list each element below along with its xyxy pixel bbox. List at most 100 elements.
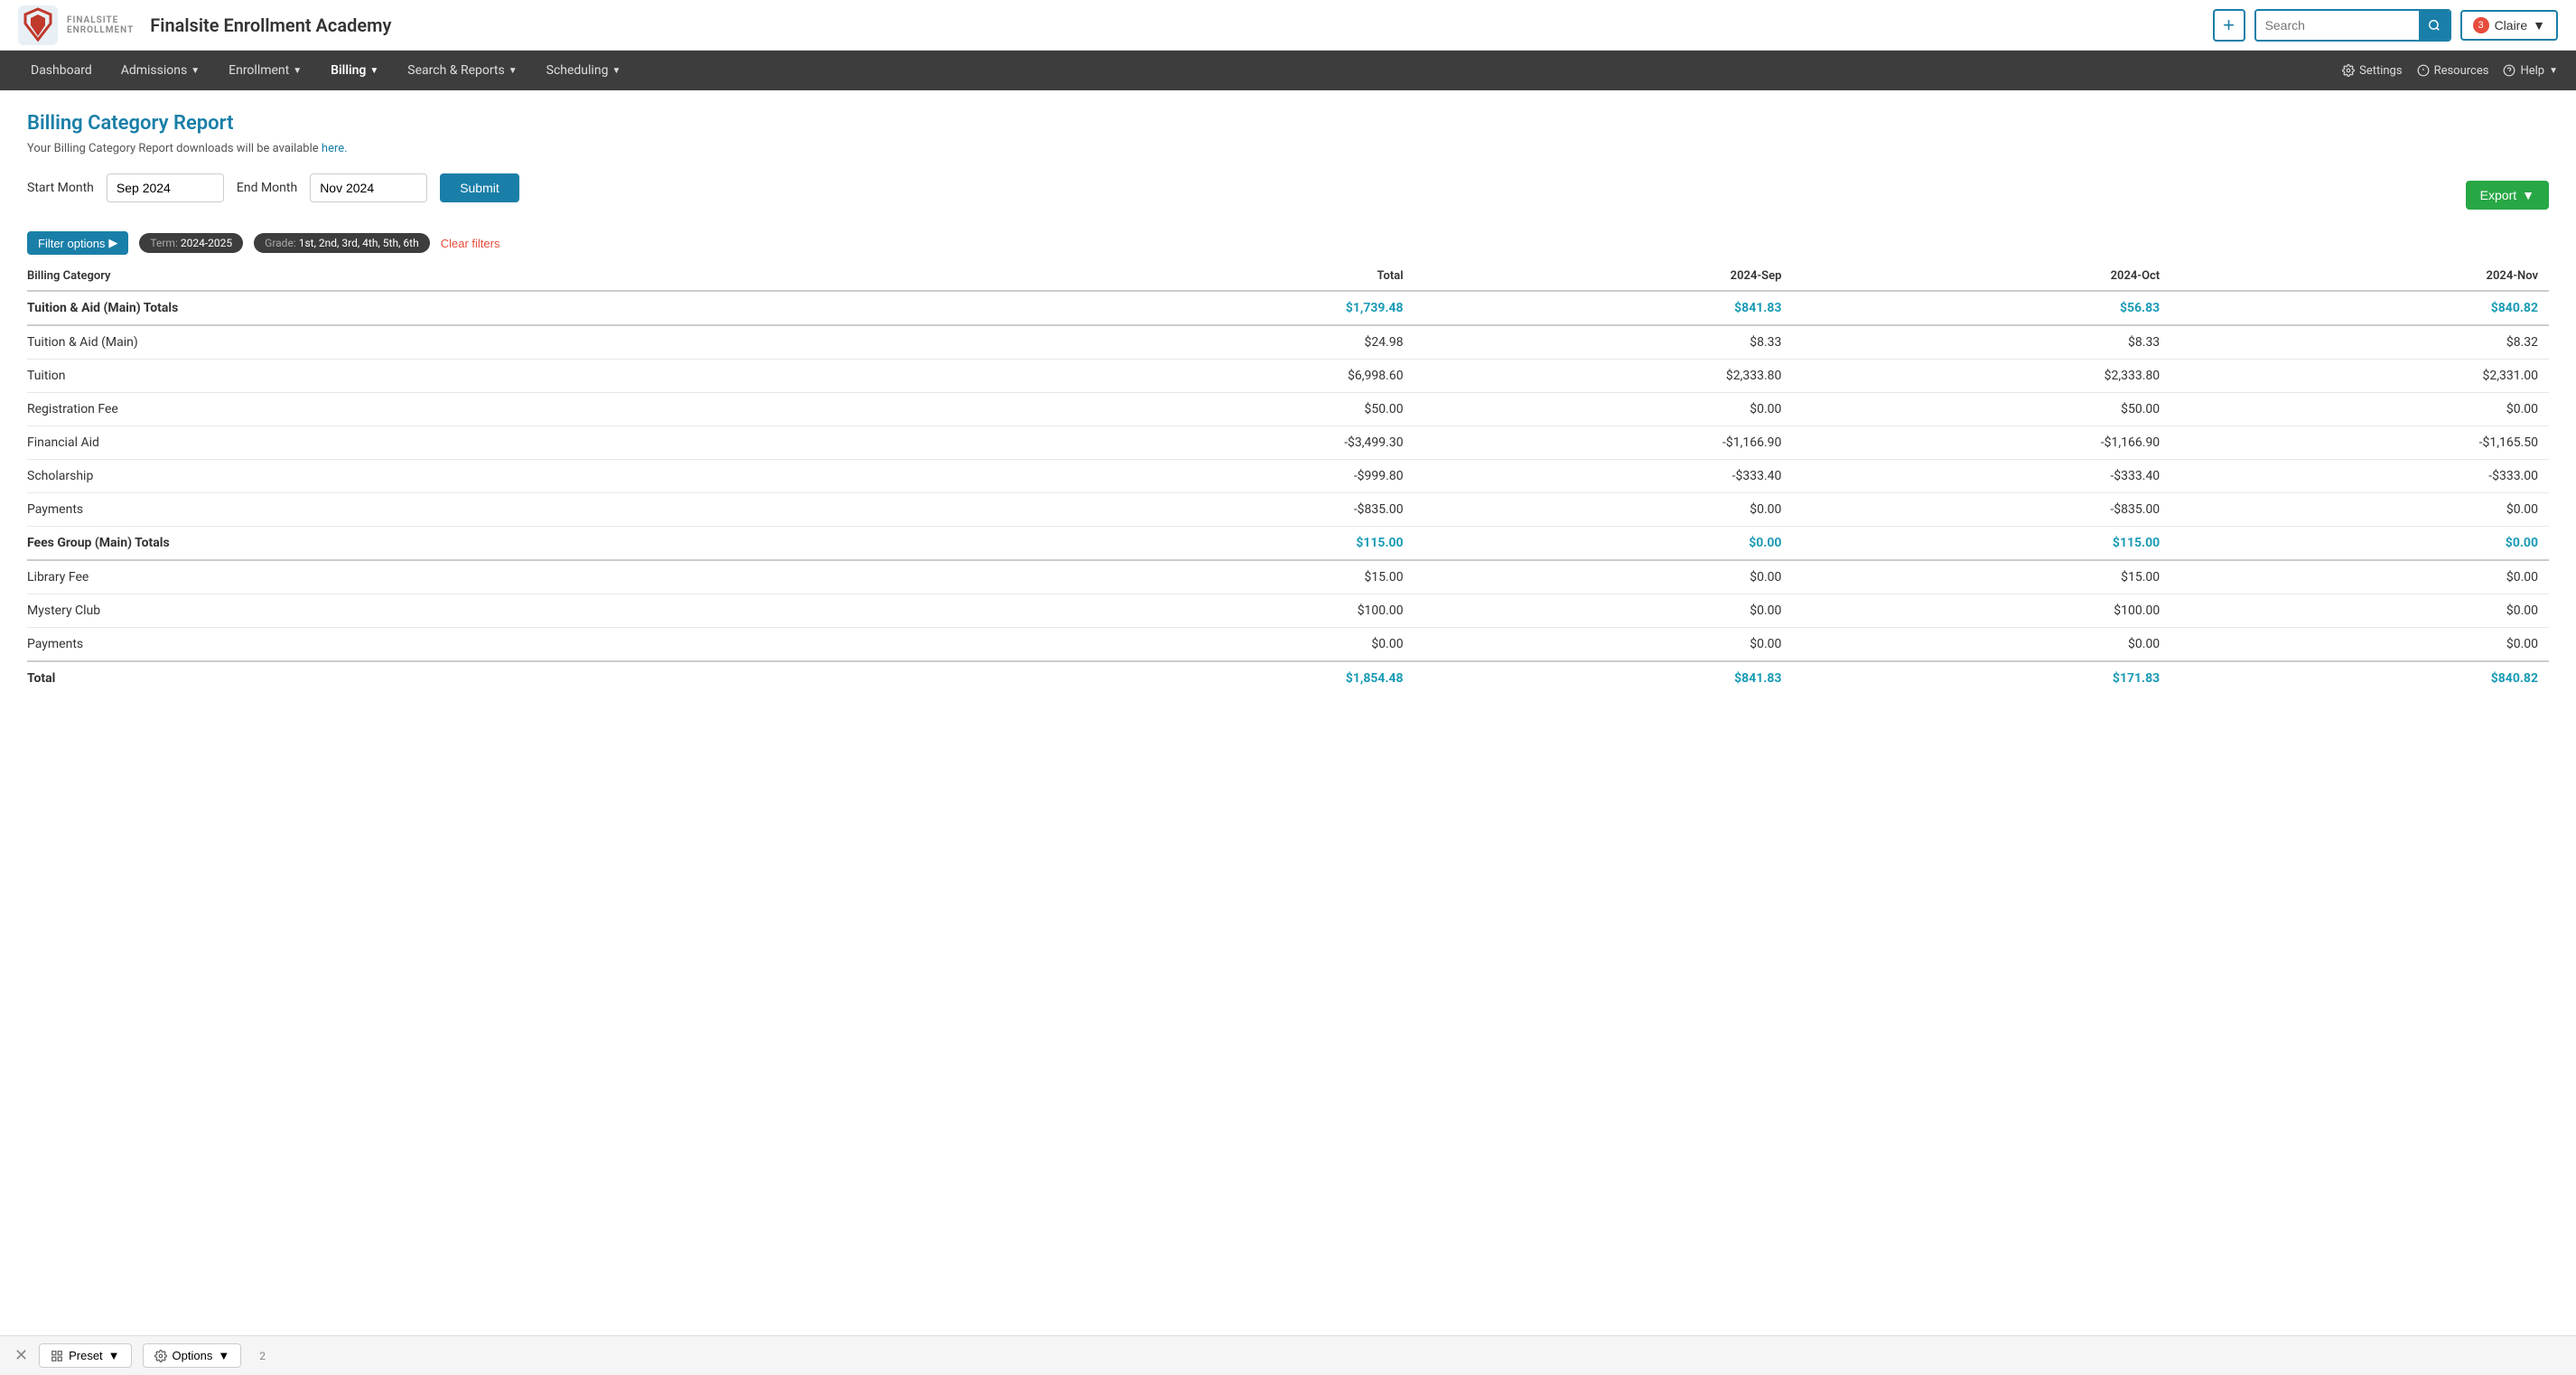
cell-category: Scholarship: [27, 460, 1036, 493]
cell-sep: $0.00: [1414, 560, 1793, 594]
cell-category: Payments: [27, 493, 1036, 527]
top-action-row: Start Month End Month Submit Export ▼: [27, 173, 2549, 217]
options-button[interactable]: Options ▼: [143, 1343, 242, 1368]
nav-label-admissions: Admissions: [121, 63, 188, 78]
cell-oct: $15.00: [1792, 560, 2170, 594]
nav-item-scheduling[interactable]: Scheduling ▼: [534, 54, 634, 87]
chevron-right-icon: ▶: [108, 236, 117, 250]
preset-label: Preset: [69, 1349, 103, 1362]
bottom-bar: ✕ Preset ▼ Options ▼ 2: [0, 1335, 2576, 1375]
app-title: Finalsite Enrollment Academy: [150, 14, 391, 36]
nav-resources[interactable]: Resources: [2417, 64, 2489, 78]
cell-category: Fees Group (Main) Totals: [27, 527, 1036, 561]
filter-row: Filter options ▶ Term: 2024-2025 Grade: …: [27, 231, 2549, 255]
nav-settings[interactable]: Settings: [2342, 64, 2402, 78]
page-content: Billing Category Report Your Billing Cat…: [0, 90, 2576, 716]
add-button[interactable]: +: [2213, 9, 2245, 42]
cell-total: $15.00: [1036, 560, 1414, 594]
cell-oct: $50.00: [1792, 393, 2170, 426]
cell-oct: $56.83: [1792, 291, 2170, 325]
cell-total: -$835.00: [1036, 493, 1414, 527]
table-row: Registration Fee $50.00 $0.00 $50.00 $0.…: [27, 393, 2549, 426]
cell-category: Registration Fee: [27, 393, 1036, 426]
cell-total: -$999.80: [1036, 460, 1414, 493]
cell-sep: $2,333.80: [1414, 360, 1793, 393]
here-link[interactable]: here.: [322, 142, 348, 155]
chevron-down-icon: ▼: [2533, 18, 2545, 33]
settings-label: Settings: [2359, 64, 2402, 78]
search-box: [2254, 9, 2451, 42]
nav-item-billing[interactable]: Billing ▼: [318, 54, 391, 87]
export-button[interactable]: Export ▼: [2466, 181, 2549, 210]
col-header-sep: 2024-Sep: [1414, 264, 1793, 291]
resources-label: Resources: [2434, 64, 2489, 78]
user-menu-button[interactable]: 3 Claire ▼: [2460, 10, 2558, 41]
search-icon: [2428, 19, 2441, 32]
user-name: Claire: [2495, 18, 2528, 33]
cell-nov: $0.00: [2170, 393, 2549, 426]
table-row: Payments -$835.00 $0.00 -$835.00 $0.00: [27, 493, 2549, 527]
gear-icon: [2342, 64, 2355, 77]
nav-item-search-reports[interactable]: Search & Reports ▼: [395, 54, 529, 87]
chevron-down-icon: ▼: [369, 66, 378, 76]
page-title: Billing Category Report: [27, 112, 2549, 135]
gear-icon: [154, 1350, 167, 1362]
filter-options-button[interactable]: Filter options ▶: [27, 231, 128, 255]
end-month-input[interactable]: [310, 173, 427, 202]
grade-badge: Grade: 1st, 2nd, 3rd, 4th, 5th, 6th: [254, 233, 430, 253]
nav-item-dashboard[interactable]: Dashboard: [18, 54, 105, 87]
cell-category: Mystery Club: [27, 594, 1036, 628]
cell-nov: $0.00: [2170, 560, 2549, 594]
nav-label-enrollment: Enrollment: [229, 63, 289, 78]
start-month-input[interactable]: [107, 173, 224, 202]
cell-oct: $171.83: [1792, 661, 2170, 695]
chevron-down-icon: ▼: [2522, 188, 2534, 202]
date-row: Start Month End Month Submit: [27, 173, 519, 202]
info-icon: [2417, 64, 2430, 77]
cell-category: Tuition & Aid (Main): [27, 325, 1036, 360]
page-subtitle: Your Billing Category Report downloads w…: [27, 142, 2549, 155]
table-row: Mystery Club $100.00 $0.00 $100.00 $0.00: [27, 594, 2549, 628]
submit-button[interactable]: Submit: [440, 173, 519, 202]
cell-total: $0.00: [1036, 628, 1414, 662]
search-button[interactable]: [2419, 11, 2450, 40]
chevron-down-icon: ▼: [2549, 66, 2558, 76]
cell-sep: $0.00: [1414, 527, 1793, 561]
cell-category: Financial Aid: [27, 426, 1036, 460]
start-month-label: Start Month: [27, 181, 94, 195]
cell-nov: $840.82: [2170, 291, 2549, 325]
cell-oct: -$1,166.90: [1792, 426, 2170, 460]
bottom-close-button[interactable]: ✕: [14, 1346, 28, 1365]
table-row: Scholarship -$999.80 -$333.40 -$333.40 -…: [27, 460, 2549, 493]
header-right: + 3 Claire ▼: [2213, 9, 2558, 42]
table-row: Tuition & Aid (Main) $24.98 $8.33 $8.33 …: [27, 325, 2549, 360]
table-row: Payments $0.00 $0.00 $0.00 $0.00: [27, 628, 2549, 662]
cell-nov: $0.00: [2170, 493, 2549, 527]
cell-category: Tuition & Aid (Main) Totals: [27, 291, 1036, 325]
nav-help[interactable]: Help ▼: [2503, 64, 2558, 78]
finalsite-logo: [18, 5, 58, 45]
cell-total: $24.98: [1036, 325, 1414, 360]
cell-nov: $0.00: [2170, 594, 2549, 628]
cell-sep: $841.83: [1414, 291, 1793, 325]
cell-total: -$3,499.30: [1036, 426, 1414, 460]
nav-item-enrollment[interactable]: Enrollment ▼: [216, 54, 314, 87]
clear-filters-button[interactable]: Clear filters: [441, 237, 500, 250]
preset-icon: [51, 1350, 63, 1362]
preset-button[interactable]: Preset ▼: [39, 1343, 131, 1368]
table-row: Library Fee $15.00 $0.00 $15.00 $0.00: [27, 560, 2549, 594]
cell-category: Payments: [27, 628, 1036, 662]
chevron-down-icon: ▼: [108, 1349, 120, 1362]
cell-nov: $0.00: [2170, 628, 2549, 662]
search-input[interactable]: [2256, 11, 2419, 40]
cell-total: $115.00: [1036, 527, 1414, 561]
col-header-nov: 2024-Nov: [2170, 264, 2549, 291]
cell-nov: -$1,165.50: [2170, 426, 2549, 460]
nav-item-admissions[interactable]: Admissions ▼: [108, 54, 212, 87]
cell-total: $1,739.48: [1036, 291, 1414, 325]
cell-nov: $0.00: [2170, 527, 2549, 561]
table-row: Tuition $6,998.60 $2,333.80 $2,333.80 $2…: [27, 360, 2549, 393]
page-number: 2: [259, 1350, 266, 1362]
nav-label-search-reports: Search & Reports: [407, 63, 504, 78]
report-table: Billing Category Total 2024-Sep 2024-Oct…: [27, 264, 2549, 695]
